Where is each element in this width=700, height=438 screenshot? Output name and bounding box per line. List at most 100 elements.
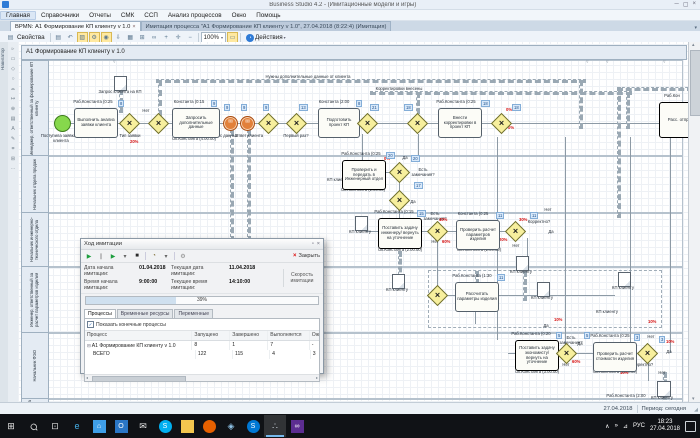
horizontal-scrollbar[interactable] xyxy=(85,374,319,381)
file-explorer-icon[interactable] xyxy=(176,415,198,437)
task-view-icon[interactable]: ⊡ xyxy=(44,415,66,437)
document-node[interactable] xyxy=(618,272,631,287)
palette-tool[interactable]: ◇ xyxy=(9,65,17,73)
menu-item[interactable]: СМК xyxy=(116,12,139,19)
play-button[interactable]: ▶ xyxy=(84,251,94,262)
close-button[interactable]: × xyxy=(692,1,696,8)
message-event[interactable] xyxy=(240,116,255,131)
palette-tool[interactable]: ⌗ xyxy=(9,145,17,153)
sim-tab[interactable]: Процессы xyxy=(84,309,116,318)
task-node[interactable]: Расс. отпр. у/пр. xyxy=(659,102,688,138)
palette-tool[interactable]: ⋯ xyxy=(9,165,17,173)
minimize-button[interactable]: ─ xyxy=(675,1,679,8)
pin-icon[interactable]: ▫ xyxy=(312,241,314,247)
task-node[interactable]: Поставить задачу экономисту/ вернуть на … xyxy=(515,340,559,371)
close-icon[interactable]: × xyxy=(317,241,320,247)
palette-tool[interactable]: ↦ xyxy=(9,95,17,103)
palette-tool[interactable]: ▹ xyxy=(9,45,17,53)
close-simulation-button[interactable]: × Закрыть xyxy=(293,253,320,259)
timer-caret[interactable]: ▾ xyxy=(161,251,171,262)
column-header[interactable]: Выполняется xyxy=(268,331,310,340)
palette-tool[interactable]: ⌓ xyxy=(9,85,17,93)
outlook-icon[interactable]: O xyxy=(110,415,132,437)
swimlane-header[interactable]: Инженер, ответственный за расчет парамет… xyxy=(21,266,49,334)
menu-item[interactable]: ССП xyxy=(139,12,163,19)
palette-tool[interactable]: ⊞ xyxy=(9,155,17,163)
swimlane-header[interactable]: Начальник отдела продаж xyxy=(21,155,49,214)
checkbox[interactable]: ✓ xyxy=(87,321,94,328)
document-node[interactable] xyxy=(114,76,127,91)
language-indicator[interactable]: РУС xyxy=(633,423,645,429)
pause-button[interactable]: ∥ xyxy=(96,251,106,262)
palette-tool[interactable]: ✎ xyxy=(9,135,17,143)
table-row[interactable]: ⊟А1 Формирование КП клиенту v 1.0 8 1 7- xyxy=(85,341,319,350)
sim-tab[interactable]: Переменные xyxy=(174,309,214,318)
start-event[interactable] xyxy=(54,115,71,132)
sim-tab[interactable]: Временные ресурсы xyxy=(116,309,174,318)
palette-tool[interactable]: A xyxy=(9,125,17,133)
menu-item[interactable]: Справочники xyxy=(36,12,84,19)
menu-item[interactable]: Анализ процессов xyxy=(163,12,227,19)
vertical-scrollbar[interactable] xyxy=(688,42,700,402)
swimlane-header[interactable]: Начальник инженерно- технического отдела xyxy=(21,212,49,268)
business-studio-icon[interactable]: ∴ xyxy=(264,415,286,437)
dialog-title-bar[interactable]: Ход имитации ▫ × xyxy=(81,239,323,250)
document-node[interactable] xyxy=(392,274,405,289)
speed-caret[interactable]: ▾ xyxy=(120,251,130,262)
scrollbar-thumb[interactable] xyxy=(92,376,186,381)
palette-tool[interactable]: ○ xyxy=(9,75,17,83)
menu-item[interactable]: Отчеты xyxy=(84,12,116,19)
swimlane-header[interactable]: О. за кл. пр. xyxy=(21,398,49,402)
task-node[interactable]: Проверить расчет параметров изделия xyxy=(456,220,500,250)
firefox-icon[interactable] xyxy=(198,415,220,437)
column-header[interactable]: Процесс xyxy=(85,331,193,340)
task-node[interactable]: Внести корректировки в проект КП xyxy=(438,108,482,138)
app-cube-icon[interactable]: ◈ xyxy=(220,415,242,437)
taskbar-clock[interactable]: 18:23 27.04.2018 xyxy=(650,419,680,433)
document-node[interactable] xyxy=(537,282,550,297)
column-header[interactable]: Ожидает выпол xyxy=(310,331,319,340)
task-node[interactable]: Выполнить анализ заявки клиента xyxy=(74,108,118,138)
task-node[interactable]: Поставить задачу инженеру/ вернуть на ут… xyxy=(378,218,422,249)
task-node[interactable]: Подготовить проект КП xyxy=(318,108,360,138)
maximize-button[interactable]: ▢ xyxy=(683,1,689,8)
visual-studio-icon[interactable]: ∞ xyxy=(286,415,308,437)
document-node[interactable] xyxy=(355,216,368,231)
task-node[interactable]: Запросить дополнительные данные xyxy=(172,108,220,138)
status-period[interactable]: Период: сегодня xyxy=(642,406,686,412)
timer-button[interactable]: ◔ xyxy=(149,251,159,262)
palette-tool[interactable]: ▤ xyxy=(9,115,17,123)
scrollbar-thumb[interactable] xyxy=(690,50,700,116)
task-node[interactable]: Проверить и передать в Инженерный отдел xyxy=(342,160,386,190)
task-node[interactable]: Рассчитать параметры изделия xyxy=(455,282,499,312)
stop-button[interactable]: ■ xyxy=(132,251,142,262)
tab-close-icon[interactable]: × xyxy=(132,24,135,30)
swimlane-header[interactable]: Начальник ФЭО xyxy=(21,332,49,400)
edge-icon[interactable]: e xyxy=(66,415,88,437)
step-button[interactable]: ▶ xyxy=(108,251,118,262)
skype-business-icon[interactable]: S xyxy=(242,415,264,437)
skype-icon[interactable]: S xyxy=(154,415,176,437)
table-row[interactable]: ВСЕГО 122 115 4 3 xyxy=(85,350,319,359)
document-tab[interactable]: BPMN: А1 Формирование КП клиенту v 1.0 × xyxy=(10,21,141,31)
store-icon[interactable]: ⌂ xyxy=(88,415,110,437)
document-tab[interactable]: Имитация процесса "А1 Формирование КП кл… xyxy=(140,21,392,31)
palette-tool[interactable]: ▭ xyxy=(9,55,17,63)
tree-expander-icon[interactable]: ⊟ xyxy=(87,341,91,350)
search-icon[interactable]: Ϙ xyxy=(22,415,44,437)
notification-center-icon[interactable] xyxy=(685,420,696,432)
task-node[interactable]: Проверить расчет стоимости изделия xyxy=(593,342,637,372)
start-button[interactable]: ⊞ xyxy=(0,415,22,437)
document-node[interactable] xyxy=(516,256,529,271)
message-event[interactable] xyxy=(223,116,238,131)
menu-item[interactable]: Окно xyxy=(227,12,252,19)
document-node[interactable] xyxy=(657,381,671,397)
column-header[interactable]: Завершено xyxy=(230,331,269,340)
menu-item[interactable]: Главная xyxy=(0,10,36,20)
network-icon[interactable]: ⊿ xyxy=(623,423,628,430)
menu-item[interactable]: Помощь xyxy=(251,12,285,19)
palette-tool[interactable]: ⊕ xyxy=(9,105,17,113)
settings-button[interactable]: ⚙ xyxy=(178,251,188,262)
column-header[interactable]: Запущено xyxy=(192,331,231,340)
tray-chevron-icon[interactable]: ∧ xyxy=(605,423,609,430)
